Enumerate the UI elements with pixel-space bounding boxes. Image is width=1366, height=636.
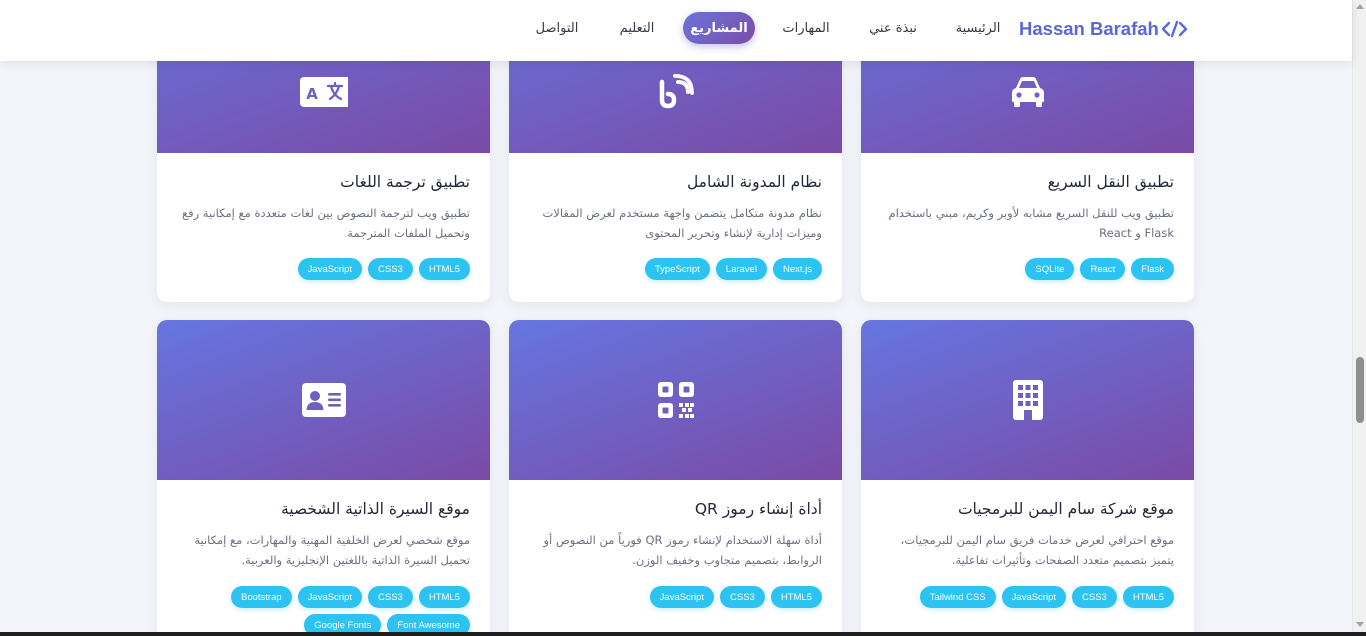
page-scrollbar[interactable]: [1352, 0, 1366, 632]
tech-tag: HTML5: [1122, 586, 1174, 608]
svg-text:A: A: [306, 85, 318, 103]
project-description: أداة سهلة الاستخدام لإنشاء رموز QR فوريا…: [543, 533, 822, 567]
tech-tag: CSS3: [368, 258, 413, 280]
project-description: تطبيق ويب لترجمة النصوص بين لغات متعددة …: [181, 206, 470, 240]
tech-tag: SQLite: [1025, 258, 1075, 280]
tech-tag: Flask: [1131, 258, 1174, 280]
scroll-up-arrow-icon[interactable]: [1356, 4, 1364, 9]
nav-home[interactable]: الرئيسية: [947, 12, 1009, 44]
scroll-down-arrow-icon[interactable]: [1356, 622, 1364, 627]
project-title: موقع السيرة الذاتية الشخصية: [280, 500, 470, 518]
tech-tag: Next.js: [772, 258, 822, 280]
site-logo[interactable]: Hassan Barafah: [1019, 18, 1189, 40]
logo-text: Hassan Barafah: [1019, 18, 1159, 39]
tech-tag: JavaScript: [1001, 586, 1067, 608]
tech-tag: JavaScript: [649, 586, 715, 608]
project-description: موقع احترافي لعرض خدمات فريق سام اليمن ل…: [900, 533, 1174, 567]
tech-tag: JavaScript: [297, 258, 363, 280]
project-banner: [861, 320, 1194, 480]
project-description: موقع شخصي لعرض الخلفية المهنية والمهارات…: [194, 533, 470, 567]
tech-tag: JavaScript: [297, 586, 363, 608]
tech-tag: HTML5: [418, 586, 470, 608]
project-title: أداة إنشاء رموز QR: [694, 500, 822, 518]
tag-list: HTML5 CSS3 JavaScript Tailwind CSS: [877, 586, 1174, 608]
project-title: موقع شركة سام اليمن للبرمجيات: [957, 500, 1174, 518]
nav-contact[interactable]: التواصل: [523, 12, 591, 44]
project-description: نظام مدونة متكامل يتضمن واجهة مستخدم لعر…: [542, 206, 822, 240]
project-title: تطبيق ترجمة اللغات: [340, 173, 470, 191]
tech-tag: React: [1080, 258, 1126, 280]
code-icon: [1161, 20, 1189, 38]
nav-skills[interactable]: المهارات: [771, 12, 841, 44]
id-card-icon: [301, 383, 346, 417]
tech-tag: TypeScript: [644, 258, 710, 280]
tech-tag: Bootstrap: [230, 586, 292, 608]
language-icon: A: [299, 75, 348, 109]
project-card[interactable]: موقع السيرة الذاتية الشخصية موقع شخصي لع…: [157, 320, 490, 636]
window-bottom-edge: [0, 632, 1366, 636]
scrollbar-thumb[interactable]: [1356, 357, 1364, 423]
tech-tag: Laravel: [715, 258, 767, 280]
tag-list: HTML5 CSS3 JavaScript Bootstrap Font Awe…: [173, 586, 470, 636]
nav-education[interactable]: التعليم: [605, 12, 669, 44]
tag-list: Flask React SQLite: [877, 258, 1174, 280]
nav-projects[interactable]: المشاريع: [683, 12, 755, 44]
tech-tag: Tailwind CSS: [919, 586, 996, 608]
tech-tag: HTML5: [770, 586, 822, 608]
project-banner: [509, 320, 842, 480]
project-banner: [157, 320, 490, 480]
navbar: Hassan Barafah الرئيسية نبذة عني المهارا…: [0, 0, 1352, 61]
tag-list: Next.js Laravel TypeScript: [525, 258, 822, 280]
tech-tag: CSS3: [1072, 586, 1117, 608]
tech-tag: CSS3: [720, 586, 765, 608]
project-title: نظام المدونة الشامل: [686, 173, 822, 191]
tech-tag: HTML5: [418, 258, 470, 280]
project-description: تطبيق ويب للنقل السريع مشابه لأوبر وكريم…: [888, 206, 1174, 240]
project-title: تطبيق النقل السريع: [1047, 173, 1174, 191]
project-card[interactable]: أداة إنشاء رموز QR أداة سهلة الاستخدام ل…: [509, 320, 842, 636]
qrcode-icon: [657, 382, 694, 418]
tag-list: HTML5 CSS3 JavaScript: [525, 586, 822, 608]
blog-icon: [656, 72, 696, 112]
project-card[interactable]: موقع شركة سام اليمن للبرمجيات موقع احترا…: [861, 320, 1194, 636]
building-icon: [1012, 380, 1043, 420]
tech-tag: CSS3: [368, 586, 413, 608]
car-icon: [1008, 74, 1048, 110]
nav-about[interactable]: نبذة عني: [861, 12, 925, 44]
tag-list: HTML5 CSS3 JavaScript: [173, 258, 470, 280]
